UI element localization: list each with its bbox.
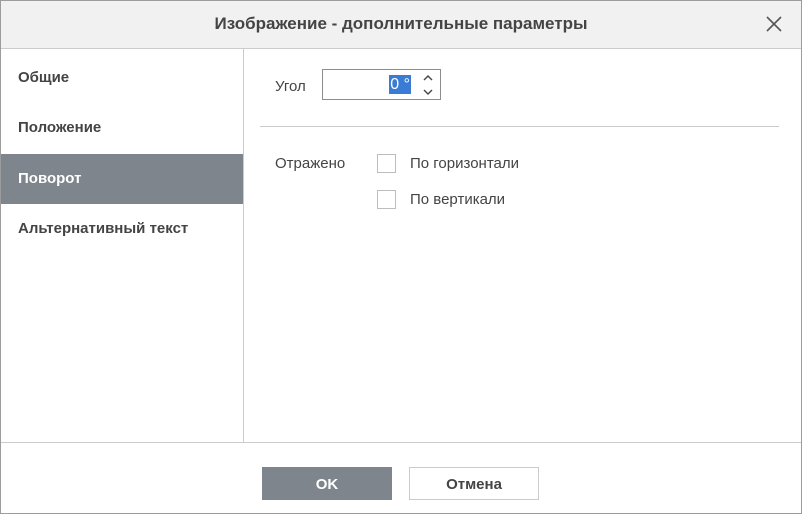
angle-value[interactable]: 0 ° <box>389 75 411 94</box>
cancel-button[interactable]: Отмена <box>409 467 539 500</box>
rotation-panel: Угол 0 ° Отражено По горизонтали По верт… <box>244 49 801 442</box>
increment-button[interactable] <box>421 71 435 83</box>
dialog: Изображение - дополнительные параметры О… <box>0 0 802 514</box>
dialog-header: Изображение - дополнительные параметры <box>1 1 801 49</box>
close-icon <box>766 16 782 32</box>
flip-horizontal-label[interactable]: По горизонтали <box>410 155 519 172</box>
decrement-button[interactable] <box>421 85 435 97</box>
angle-spinner[interactable]: 0 ° <box>322 69 441 100</box>
dialog-footer: OK Отмена <box>1 442 801 514</box>
close-button[interactable] <box>763 13 785 35</box>
flip-horizontal-checkbox[interactable] <box>377 154 396 173</box>
flip-vertical-checkbox[interactable] <box>377 190 396 209</box>
sidebar-item-rotation[interactable]: Поворот <box>1 154 243 204</box>
sidebar-item-alt-text[interactable]: Альтернативный текст <box>1 204 243 254</box>
flip-label: Отражено <box>275 155 346 172</box>
sidebar-item-general[interactable]: Общие <box>1 53 243 103</box>
ok-button[interactable]: OK <box>262 467 392 500</box>
angle-label: Угол <box>275 78 306 95</box>
sidebar-item-position[interactable]: Положение <box>1 103 243 153</box>
divider <box>260 126 779 127</box>
dialog-title: Изображение - дополнительные параметры <box>214 14 588 33</box>
sidebar: Общие Положение Поворот Альтернативный т… <box>1 49 244 442</box>
chevron-down-icon <box>423 89 433 95</box>
chevron-up-icon <box>423 75 433 81</box>
flip-vertical-label[interactable]: По вертикали <box>410 191 505 208</box>
